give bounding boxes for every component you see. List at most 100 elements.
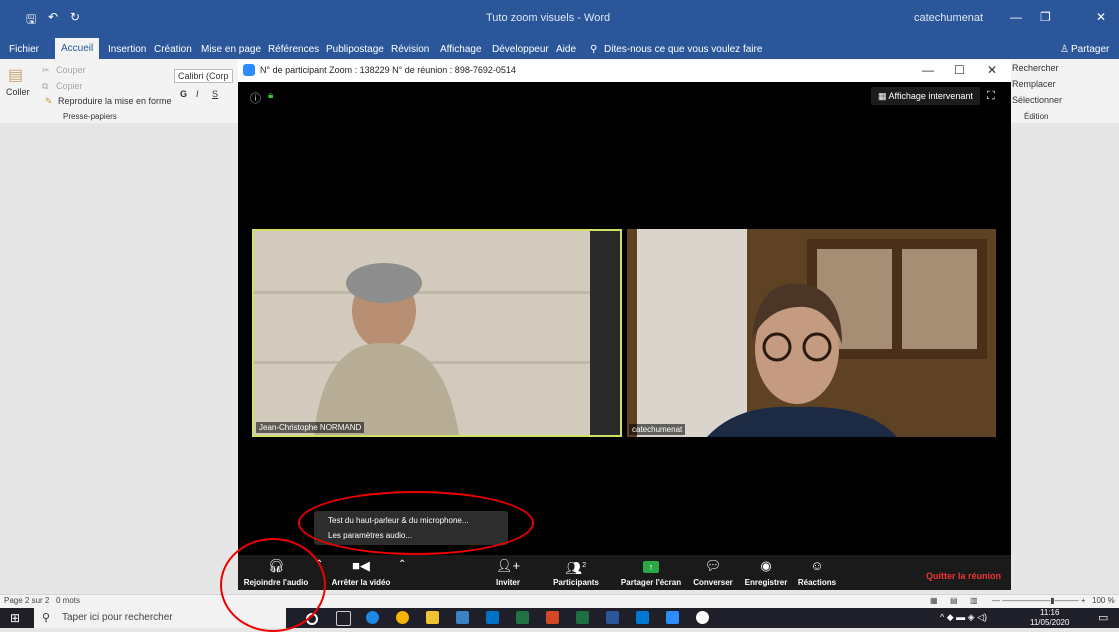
file-explorer-icon[interactable] bbox=[426, 611, 439, 624]
project-icon[interactable] bbox=[516, 611, 529, 624]
fullscreen-icon[interactable]: ⛶ bbox=[987, 90, 995, 103]
tab-affichage[interactable]: Affichage bbox=[440, 44, 482, 55]
video-tile[interactable]: catechumenat bbox=[627, 229, 996, 437]
underline-button[interactable]: S bbox=[212, 89, 218, 99]
video-options-chevron[interactable]: ⌃ bbox=[398, 559, 406, 570]
zoom-meeting-window: N° de participant Zoom : 138229 N° de ré… bbox=[238, 60, 1011, 590]
zoom-level[interactable]: 100 % bbox=[1092, 596, 1115, 605]
tab-creation[interactable]: Création bbox=[154, 44, 192, 55]
view-read-icon[interactable]: ▦ bbox=[930, 596, 938, 605]
font-name-select[interactable]: Calibri (Corp bbox=[174, 69, 233, 83]
windows-start-icon[interactable]: ⊞ bbox=[10, 611, 20, 625]
zoom-window-title: N° de participant Zoom : 138229 N° de ré… bbox=[260, 65, 516, 75]
reactions-button[interactable]: ☺ Réactions bbox=[796, 558, 838, 587]
tab-aide[interactable]: Aide bbox=[556, 44, 576, 55]
zoom-title-bar: N° de participant Zoom : 138229 N° de ré… bbox=[238, 60, 1011, 82]
notification-icon[interactable]: ▭ bbox=[1098, 611, 1108, 624]
taskbar-search-box[interactable]: ⚲ Taper ici pour rechercher bbox=[34, 608, 286, 628]
chat-button[interactable]: 💬︎ Converser bbox=[690, 558, 736, 587]
camera-icon: ■◀ bbox=[352, 558, 370, 573]
zoom-app-icon[interactable] bbox=[666, 611, 679, 624]
lock-icon[interactable]: 🔒︎ bbox=[268, 90, 273, 101]
view-print-icon[interactable]: ▤ bbox=[950, 596, 958, 605]
participants-button[interactable]: 👥︎2 Participants bbox=[548, 558, 604, 587]
zoom-close-icon[interactable]: ✕ bbox=[987, 63, 997, 77]
clock-date[interactable]: 11/05/2020 bbox=[1030, 618, 1069, 627]
ribbon-tabs: Fichier Accueil Insertion Création Mise … bbox=[0, 35, 1119, 59]
paint-icon[interactable] bbox=[696, 611, 709, 624]
undo-icon[interactable]: ↶ bbox=[48, 10, 58, 24]
clock-time[interactable]: 11:16 bbox=[1040, 608, 1059, 617]
audio-options-chevron[interactable]: ⌃ bbox=[315, 559, 323, 570]
select-button[interactable]: Sélectionner bbox=[1012, 95, 1062, 105]
join-audio-label: Rejoindre l'audio bbox=[243, 578, 309, 587]
word-count[interactable]: 0 mots bbox=[56, 596, 80, 605]
audio-settings-item[interactable]: Les paramètres audio... bbox=[328, 531, 412, 540]
cortana-icon[interactable] bbox=[306, 613, 318, 625]
paste-button[interactable]: Coller bbox=[6, 87, 30, 97]
share-screen-button[interactable]: ↑ Partager l'écran bbox=[618, 558, 684, 587]
tab-references[interactable]: Références bbox=[268, 44, 319, 55]
excel-icon[interactable] bbox=[576, 611, 589, 624]
word-icon[interactable] bbox=[606, 611, 619, 624]
stop-video-label: Arrêter la vidéo bbox=[331, 578, 391, 587]
zoom-maximize-icon[interactable]: ☐ bbox=[954, 63, 965, 77]
copy-button[interactable]: Copier bbox=[56, 81, 83, 91]
reactions-label: Réactions bbox=[797, 578, 837, 587]
taskbar: ⊞ ⚲ Taper ici pour rechercher ^ ◆ ▬ ◈ ◁)… bbox=[0, 608, 1119, 628]
tell-me-field[interactable]: Dites-nous ce que vous voulez faire bbox=[604, 44, 762, 55]
reactions-icon: ☺ bbox=[810, 558, 824, 573]
tab-publipostage[interactable]: Publipostage bbox=[326, 44, 384, 55]
share-screen-icon: ↑ bbox=[618, 558, 684, 574]
info-icon[interactable]: ⓘ bbox=[250, 90, 261, 106]
paste-icon[interactable]: ▤ bbox=[8, 65, 23, 85]
close-icon[interactable]: ✕ bbox=[1096, 10, 1106, 24]
speaker-view-button[interactable]: ▦ Affichage intervenant bbox=[871, 87, 980, 105]
edge-icon[interactable] bbox=[366, 611, 379, 624]
zoom-slider[interactable]: — ——————▮——— + bbox=[992, 596, 1086, 605]
participant-video bbox=[254, 231, 620, 435]
replace-button[interactable]: Remplacer bbox=[1012, 79, 1056, 89]
store-icon[interactable] bbox=[456, 611, 469, 624]
cut-button[interactable]: Couper bbox=[56, 65, 86, 75]
save-icon[interactable]: 🖫 bbox=[26, 10, 36, 31]
view-web-icon[interactable]: ▥ bbox=[970, 596, 978, 605]
test-speaker-mic-item[interactable]: Test du haut-parleur & du microphone... bbox=[328, 516, 469, 525]
format-painter-icon: ✎ bbox=[45, 96, 53, 106]
restore-icon[interactable]: ❐ bbox=[1040, 10, 1051, 24]
join-audio-button[interactable]: 🎧︎ Rejoindre l'audio bbox=[242, 558, 310, 587]
tab-fichier[interactable]: Fichier bbox=[9, 44, 39, 55]
powerpoint-icon[interactable] bbox=[546, 611, 559, 624]
minimize-icon[interactable]: — bbox=[1010, 10, 1022, 24]
invite-label: Inviter bbox=[495, 578, 520, 587]
share-screen-label: Partager l'écran bbox=[620, 578, 682, 587]
video-tile[interactable]: Jean-Christophe NORMAND bbox=[252, 229, 622, 437]
stop-video-button[interactable]: ■◀ Arrêter la vidéo bbox=[326, 558, 396, 587]
find-button[interactable]: Rechercher bbox=[1012, 63, 1059, 73]
redo-icon[interactable]: ↻ bbox=[70, 10, 80, 24]
italic-button[interactable]: I bbox=[196, 89, 199, 99]
share-button[interactable]: Partager bbox=[1071, 44, 1109, 55]
bold-button[interactable]: G bbox=[180, 89, 187, 99]
chat-label: Converser bbox=[693, 578, 733, 587]
tab-insertion[interactable]: Insertion bbox=[108, 44, 146, 55]
record-button[interactable]: ◉ Enregistrer bbox=[742, 558, 790, 587]
tray-icons[interactable]: ^ ◆ ▬ ◈ ◁) bbox=[940, 612, 987, 623]
format-painter-button[interactable]: Reproduire la mise en forme bbox=[58, 96, 172, 106]
chrome-icon[interactable] bbox=[396, 611, 409, 624]
audio-options-menu: Test du haut-parleur & du microphone... … bbox=[314, 511, 508, 545]
outlook-icon[interactable] bbox=[486, 611, 499, 624]
page-count[interactable]: Page 2 sur 2 bbox=[4, 596, 49, 605]
tab-mise-en-page[interactable]: Mise en page bbox=[201, 44, 261, 55]
zoom-minimize-icon[interactable]: — bbox=[922, 63, 934, 77]
outlook-alt-icon[interactable] bbox=[636, 611, 649, 624]
tab-accueil[interactable]: Accueil bbox=[55, 38, 100, 59]
taskbar-search-input[interactable]: Taper ici pour rechercher bbox=[62, 612, 173, 623]
tab-developpeur[interactable]: Développeur bbox=[492, 44, 549, 55]
task-view-icon[interactable] bbox=[336, 611, 351, 626]
tab-revision[interactable]: Révision bbox=[391, 44, 429, 55]
leave-meeting-button[interactable]: Quitter la réunion bbox=[926, 571, 1001, 581]
share-icon: ♙ bbox=[1060, 44, 1069, 55]
cut-icon: ✂ bbox=[42, 65, 50, 75]
invite-button[interactable]: 👤︎+ Inviter bbox=[493, 558, 523, 587]
